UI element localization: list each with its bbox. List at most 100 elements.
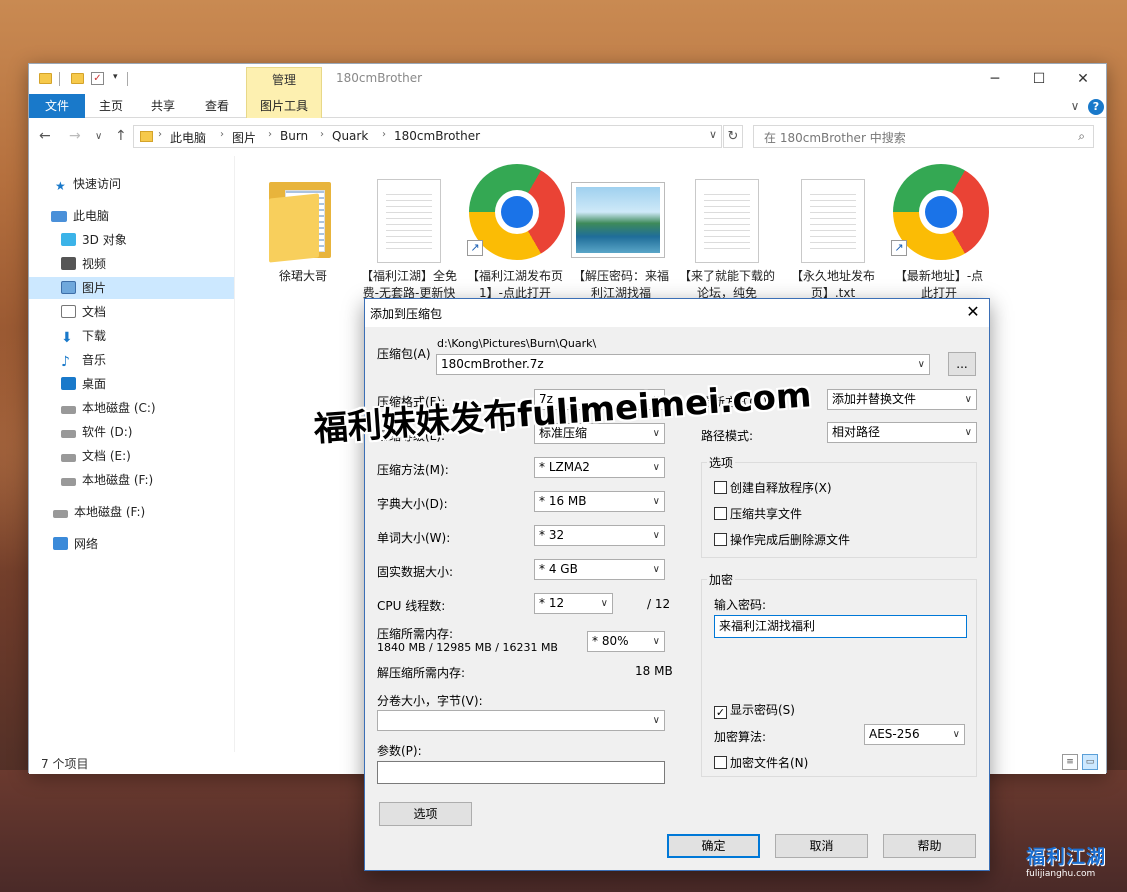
delete-after-checkbox[interactable]: 操作完成后删除源文件 [714, 531, 850, 548]
word-size-select[interactable]: * 32 ∨ [534, 525, 665, 546]
sidebar-item-videos[interactable]: 视频 [61, 253, 106, 275]
chevron-down-icon: ∨ [652, 715, 660, 726]
star-icon: ★ [55, 179, 66, 193]
up-button[interactable]: ↑ [115, 128, 127, 144]
file-item-shortcut[interactable]: ↗ 【福利江湖发布页1】-点此打开 [465, 164, 565, 304]
cancel-button[interactable]: 取消 [775, 834, 868, 858]
checkbox-icon [714, 533, 727, 546]
method-value: * LZMA2 [539, 460, 590, 474]
file-item-text[interactable]: 【永久地址发布页】.txt [783, 164, 883, 304]
tab-manage[interactable]: 管理 [246, 67, 322, 94]
encrypt-names-label: 加密文件名(N) [730, 756, 809, 770]
solid-size-select[interactable]: * 4 GB ∨ [534, 559, 665, 580]
path-mode-select[interactable]: 相对路径 ∨ [827, 422, 977, 443]
show-password-checkbox[interactable]: ✓ 显示密码(S) [714, 701, 795, 719]
quick-access-dropdown-icon[interactable]: ▾ [113, 72, 118, 88]
encrypt-names-checkbox[interactable]: 加密文件名(N) [714, 754, 808, 771]
options-group-title: 选项 [707, 454, 736, 471]
sidebar-item-drive-f[interactable]: 本地磁盘 (F:) [61, 469, 153, 491]
search-icon[interactable]: ⌕ [1078, 129, 1085, 144]
chevron-down-icon: ∨ [652, 636, 660, 647]
sidebar-item-downloads[interactable]: ⬇ 下载 [61, 325, 106, 347]
breadcrumb-quark[interactable]: Quark [332, 129, 368, 143]
sidebar-item-drive-c[interactable]: 本地磁盘 (C:) [61, 397, 156, 419]
compress-shared-checkbox[interactable]: 压缩共享文件 [714, 505, 802, 522]
breadcrumb-separator: › [268, 129, 272, 140]
maximize-button[interactable]: ☐ [1017, 66, 1061, 92]
chevron-down-icon: ∨ [600, 598, 608, 609]
show-password-label: 显示密码(S) [730, 703, 795, 717]
create-sfx-checkbox[interactable]: 创建自释放程序(X) [714, 479, 832, 496]
address-field[interactable]: › 此电脑 › 图片 › Burn › Quark › 180cmBrother… [133, 125, 722, 148]
new-folder-icon[interactable] [71, 73, 84, 84]
tab-home[interactable]: 主页 [85, 94, 137, 118]
tab-file[interactable]: 文件 [29, 94, 85, 118]
quick-access-divider [127, 72, 128, 86]
close-button[interactable]: ✕ [1061, 66, 1105, 92]
browse-button[interactable]: ... [948, 352, 976, 376]
tab-view[interactable]: 查看 [189, 94, 245, 118]
folder-icon [269, 182, 339, 263]
recent-locations-button[interactable]: ∨ [95, 131, 102, 142]
dialog-close-button[interactable]: ✕ [963, 302, 983, 321]
memory-percent-select[interactable]: * 80% ∨ [587, 631, 665, 652]
file-item-folder[interactable]: 徐珺大哥 [253, 164, 353, 304]
tab-picture-tools[interactable]: 图片工具 [246, 94, 322, 118]
forward-button[interactable]: → [69, 128, 81, 144]
sidebar-item-pictures[interactable]: 图片 [29, 277, 234, 299]
breadcrumb-this-pc[interactable]: 此电脑 [170, 129, 206, 146]
sidebar-item-drive-f-root[interactable]: 本地磁盘 (F:) [53, 501, 145, 523]
search-input[interactable]: 在 180cmBrother 中搜索 ⌕ [753, 125, 1094, 148]
file-item-text[interactable]: 【福利江湖】全免费-无套路-更新快 [359, 164, 459, 304]
sidebar-item-music[interactable]: ♪ 音乐 [61, 349, 106, 371]
details-view-icon[interactable]: ≡ [1062, 754, 1078, 770]
parameters-input[interactable] [377, 761, 665, 784]
encryption-group: 加密 输入密码: 来福利江湖找福利 ✓ 显示密码(S) 加密算法: AES-256… [701, 571, 977, 777]
sidebar-item-desktop[interactable]: 桌面 [61, 373, 106, 395]
cpu-threads-select[interactable]: * 12 ∨ [534, 593, 613, 614]
sidebar-item-drive-e[interactable]: 文档 (E:) [61, 445, 131, 467]
refresh-button[interactable]: ↻ [723, 125, 743, 148]
chevron-down-icon: ∨ [964, 427, 972, 438]
encryption-method-select[interactable]: AES-256 ∨ [864, 724, 965, 745]
password-input[interactable]: 来福利江湖找福利 [714, 615, 967, 638]
sidebar-item-3d-objects[interactable]: 3D 对象 [61, 229, 127, 251]
method-select[interactable]: * LZMA2 ∨ [534, 457, 665, 478]
help-button[interactable]: 帮助 [883, 834, 976, 858]
large-icons-view-icon[interactable]: ▭ [1082, 754, 1098, 770]
drive-icon [53, 510, 68, 518]
sidebar-item-this-pc[interactable]: 此电脑 [51, 205, 109, 227]
split-size-label: 分卷大小，字节(V): [377, 694, 483, 708]
back-button[interactable]: ← [39, 128, 51, 144]
chrome-icon [893, 164, 989, 260]
breadcrumb-current[interactable]: 180cmBrother [394, 129, 480, 143]
film-icon [61, 257, 76, 270]
help-icon[interactable]: ? [1088, 99, 1104, 115]
breadcrumb-burn[interactable]: Burn [280, 129, 308, 143]
update-mode-select[interactable]: 添加并替换文件 ∨ [827, 389, 977, 410]
breadcrumb-separator: › [320, 129, 324, 140]
sidebar-item-network[interactable]: 网络 [53, 533, 98, 555]
encryption-method-value: AES-256 [869, 727, 920, 741]
sidebar-item-quick-access[interactable]: ★ 快速访问 [55, 173, 121, 195]
file-item-text[interactable]: 【来了就能下载的论坛，纯免费】.txt [677, 164, 777, 304]
archive-name-combo[interactable]: 180cmBrother.7z ∨ [436, 354, 930, 375]
music-note-icon: ♪ [61, 354, 70, 370]
dictionary-select[interactable]: * 16 MB ∨ [534, 491, 665, 512]
file-item-shortcut[interactable]: ↗ 【最新地址】-点此打开 [889, 164, 989, 304]
sidebar-item-documents[interactable]: 文档 [61, 301, 106, 323]
properties-icon[interactable]: ✓ [91, 72, 104, 85]
split-size-combo[interactable]: ∨ [377, 710, 665, 731]
sidebar-item-drive-d[interactable]: 软件 (D:) [61, 421, 132, 443]
quick-access-folder-icon[interactable] [39, 73, 52, 84]
breadcrumb-pictures[interactable]: 图片 [232, 129, 256, 146]
file-item-image[interactable]: 【解压密码：来福利江湖找福利】.jpg [571, 164, 671, 304]
ok-button[interactable]: 确定 [667, 834, 760, 858]
minimize-button[interactable]: ─ [973, 66, 1017, 92]
desktop-icon [61, 377, 76, 390]
tab-share[interactable]: 共享 [137, 94, 189, 118]
address-dropdown-icon[interactable]: ∨ [709, 128, 717, 141]
expand-ribbon-icon[interactable]: ∨ [1065, 94, 1085, 118]
chevron-down-icon: ∨ [652, 462, 660, 473]
options-button[interactable]: 选项 [379, 802, 472, 826]
